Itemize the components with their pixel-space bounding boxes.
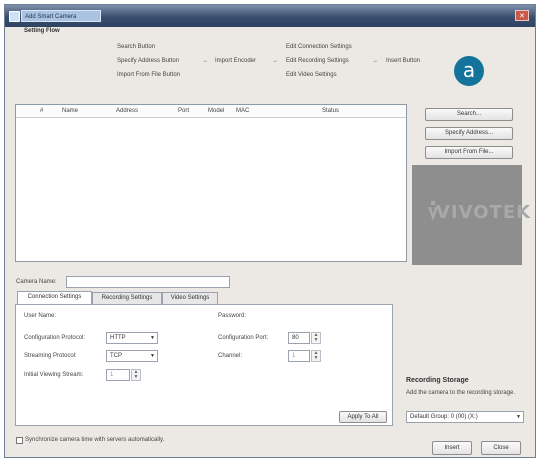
recording-storage-heading: Recording Storage — [406, 377, 469, 384]
chevron-down-icon: ▼ — [516, 414, 521, 420]
user-name-label: User Name: — [24, 313, 57, 319]
app-icon — [9, 11, 20, 22]
insert-button[interactable]: Insert — [432, 441, 472, 455]
flow-edit-recording: Edit Recording Settings — [286, 58, 349, 64]
channel-input[interactable]: 1 ▲ ▼ — [288, 350, 321, 362]
device-list[interactable]: # Name Address Port Model MAC Status — [15, 104, 407, 262]
column-header-model[interactable]: Model — [208, 108, 224, 114]
streaming-protocol-value: TCP — [110, 353, 122, 359]
title-bar[interactable]: Add Smart Camera ✕ — [5, 5, 535, 27]
apply-to-all-button[interactable]: Apply To All — [339, 411, 387, 423]
window-title: Add Smart Camera — [21, 10, 101, 22]
password-label: Password: — [218, 313, 247, 319]
close-icon[interactable]: ✕ — [515, 10, 529, 21]
chevron-down-icon: ▼ — [150, 335, 155, 341]
recording-storage-select[interactable]: Default Group: 0 (00) (X:) ▼ — [406, 411, 524, 423]
column-header-number[interactable]: # — [40, 108, 43, 114]
device-list-header: # Name Address Port Model MAC Status — [16, 105, 406, 118]
column-header-port[interactable]: Port — [178, 108, 189, 114]
sync-time-checkbox[interactable] — [16, 437, 23, 444]
flow-insert-button: Insert Button — [386, 58, 421, 64]
config-port-value: 80 — [292, 335, 299, 341]
flow-edit-video: Edit Video Settings — [286, 72, 337, 78]
channel-label: Channel: — [218, 353, 243, 359]
spinner-arrows-icon[interactable]: ▲ ▼ — [311, 332, 321, 344]
channel-value: 1 — [292, 353, 296, 359]
column-header-address[interactable]: Address — [116, 108, 138, 114]
flow-search-button: Search Button — [117, 44, 156, 50]
config-protocol-value: HTTP — [110, 335, 126, 341]
vendor-logo-text: VIVOTEK — [436, 202, 532, 223]
streaming-protocol-label: Streaming Protocol: — [24, 353, 77, 359]
recording-storage-value: Default Group: 0 (00) (X:) — [410, 414, 478, 420]
spinner-arrows-icon[interactable]: ▲ ▼ — [311, 350, 321, 362]
column-header-status[interactable]: Status — [322, 108, 339, 114]
column-header-name[interactable]: Name — [62, 108, 78, 114]
chevron-down-icon: ▼ — [150, 353, 155, 359]
flow-import-encoder: Import Encoder — [215, 58, 257, 64]
sync-time-label: Synchronize camera time with servers aut… — [25, 437, 165, 443]
import-from-file-button[interactable]: Import From File... — [425, 146, 513, 159]
search-button[interactable]: Search... — [425, 108, 513, 121]
config-protocol-select[interactable]: HTTP ▼ — [106, 332, 158, 344]
tab-recording-settings[interactable]: Recording Settings — [92, 292, 162, 304]
config-protocol-label: Configuration Protocol: — [24, 335, 86, 341]
initial-stream-value: 1 — [110, 372, 114, 378]
close-button[interactable]: Close — [481, 441, 521, 455]
config-port-label: Configuration Port: — [218, 335, 269, 341]
recording-storage-description: Add the camera to the recording storage. — [406, 390, 516, 396]
flow-arrow: → — [272, 58, 278, 64]
initial-stream-input[interactable]: 1 ▲ ▼ — [106, 369, 141, 381]
setting-flow-heading: Setting Flow — [24, 28, 60, 34]
flow-specify-address-button: Specify Address Button — [117, 58, 180, 64]
user-name-input[interactable] — [106, 310, 196, 321]
spinner-arrows-icon[interactable]: ▲ ▼ — [131, 369, 141, 381]
callout-badge: a — [454, 56, 484, 86]
flow-edit-connection: Edit Connection Settings — [286, 44, 352, 50]
camera-name-input[interactable] — [66, 276, 230, 288]
initial-stream-label: Initial Viewing Stream: — [24, 372, 84, 378]
specify-address-button[interactable]: Specify Address... — [425, 127, 513, 140]
vendor-logo-panel: VIVOTEK — [412, 165, 530, 265]
tab-connection-settings[interactable]: Connection Settings — [17, 291, 92, 305]
flow-arrow: → — [202, 58, 208, 64]
tab-video-settings[interactable]: Video Settings — [162, 292, 218, 304]
config-port-input[interactable]: 80 ▲ ▼ — [288, 332, 321, 344]
column-header-mac[interactable]: MAC — [236, 108, 249, 114]
camera-name-label: Camera Name: — [16, 279, 57, 285]
streaming-protocol-select[interactable]: TCP ▼ — [106, 350, 158, 362]
connection-settings-panel — [15, 304, 393, 426]
flow-import-file-button: Import From File Button — [117, 72, 181, 78]
flow-arrow: → — [372, 58, 378, 64]
password-input[interactable] — [288, 310, 378, 321]
